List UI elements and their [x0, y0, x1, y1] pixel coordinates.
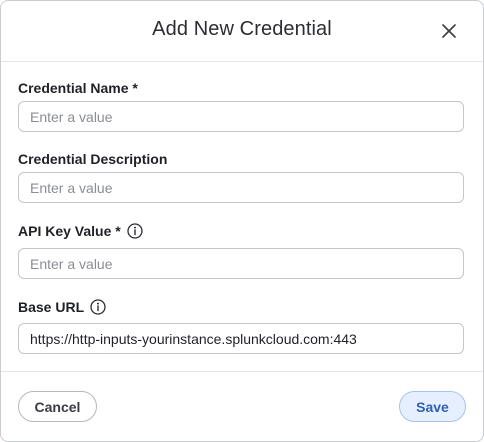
cancel-button[interactable]: Cancel: [18, 391, 97, 422]
close-button[interactable]: [437, 19, 461, 43]
api-key-value-label-text: API Key Value *: [18, 223, 121, 239]
base-url-label-text: Base URL: [18, 299, 85, 315]
dialog-body: Credential Name * Credential Description…: [1, 62, 483, 370]
dialog-title: Add New Credential: [152, 18, 332, 40]
credential-name-label: Credential Name *: [18, 80, 138, 96]
credential-description-input[interactable]: [18, 172, 464, 203]
credential-name-input[interactable]: [18, 101, 464, 132]
add-credential-dialog: Add New Credential Credential Name * Cre…: [0, 0, 484, 442]
info-icon[interactable]: [90, 299, 106, 315]
save-button[interactable]: Save: [399, 391, 466, 422]
dialog-footer: Cancel Save: [1, 371, 483, 441]
info-icon[interactable]: [127, 223, 143, 239]
credential-name-label-text: Credential Name *: [18, 80, 138, 96]
api-key-value-label: API Key Value *: [18, 223, 143, 239]
credential-description-label-text: Credential Description: [18, 151, 168, 167]
close-icon: [442, 24, 456, 38]
base-url-input[interactable]: [18, 323, 464, 354]
base-url-label: Base URL: [18, 299, 106, 315]
api-key-value-input[interactable]: [18, 248, 464, 279]
dialog-header: Add New Credential: [1, 1, 483, 62]
credential-description-label: Credential Description: [18, 151, 167, 167]
